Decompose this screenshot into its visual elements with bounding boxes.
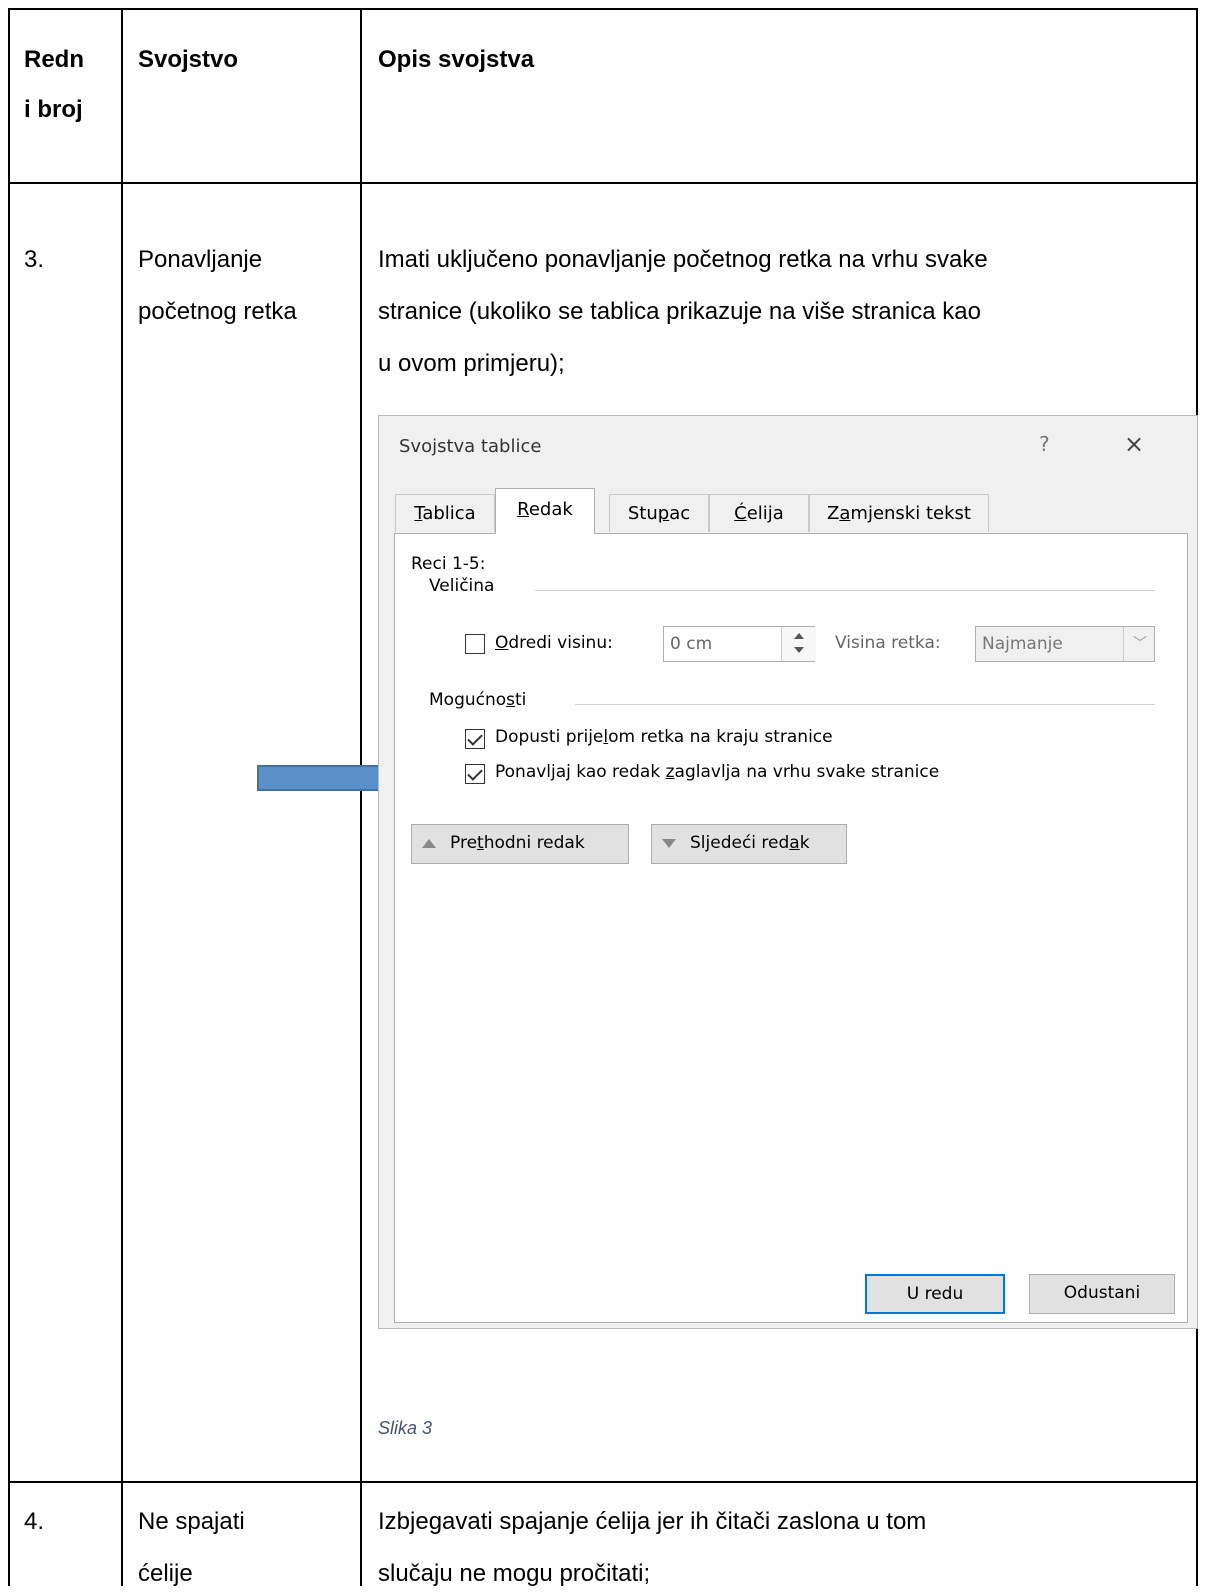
options-group-label: Mogućnosti xyxy=(429,690,527,710)
allow-row-break-checkbox[interactable] xyxy=(465,729,485,749)
tab-tablica[interactable]: Tablica xyxy=(395,494,495,532)
header-bottom-border xyxy=(8,182,1198,184)
triangle-up-icon xyxy=(422,838,436,848)
size-group-label: Veličina xyxy=(429,576,495,596)
row4-desc-line2: slučaju ne mogu pročitati; xyxy=(378,1560,651,1587)
tab-panel-redak: Reci 1-5: Veličina Odredi visinu: 0 cm V… xyxy=(394,533,1188,1323)
ok-button[interactable]: U redu xyxy=(865,1274,1005,1314)
help-icon[interactable]: ? xyxy=(1039,432,1050,456)
row3-property-line2: početnog retka xyxy=(138,298,297,325)
tab-stupac[interactable]: Stupac xyxy=(609,494,709,532)
row3-number: 3. xyxy=(24,246,45,273)
specify-height-checkbox[interactable] xyxy=(465,634,485,654)
repeat-header-row-checkbox[interactable] xyxy=(465,764,485,784)
table-left-border xyxy=(8,8,10,1586)
row4-property: Ne spajati ćelije xyxy=(138,1500,360,1596)
options-group-divider xyxy=(575,704,1155,705)
height-spinner[interactable] xyxy=(781,627,816,661)
row-height-label: Visina retka: xyxy=(835,633,941,653)
chevron-down-icon[interactable]: ﹀ xyxy=(1123,627,1156,661)
table-top-border xyxy=(8,8,1198,10)
repeat-header-row-label: Ponavljaj kao redak zaglavlja na vrhu sv… xyxy=(495,762,940,782)
row4-property-line1: Ne spajati xyxy=(138,1508,245,1535)
tab-celija[interactable]: Ćelija xyxy=(709,494,809,532)
specify-height-label: Odredi visinu: xyxy=(495,633,613,653)
tab-zamjenski-tekst[interactable]: Zamjenski tekst xyxy=(809,494,989,532)
header-number-line1: Redn xyxy=(24,46,84,73)
row4-property-line2: ćelije xyxy=(138,1560,193,1587)
figure-caption: Slika 3 xyxy=(378,1418,433,1438)
previous-row-button[interactable]: Prethodni redak xyxy=(411,824,629,864)
header-property: Svojstvo xyxy=(138,46,239,73)
header-description: Opis svojstva xyxy=(378,46,535,73)
row4-desc-line1: Izbjegavati spajanje ćelija jer ih čitač… xyxy=(378,1508,927,1535)
allow-row-break-label: Dopusti prijelom retka na kraju stranice xyxy=(495,727,833,747)
row4-description: Izbjegavati spajanje ćelija jer ih čitač… xyxy=(378,1500,1193,1596)
table-properties-dialog-body: Svojstva tablice ? × Tablica Redak Stupa… xyxy=(378,415,1198,1329)
row3-desc-line2: stranice (ukoliko se tablica prikazuje n… xyxy=(378,298,981,325)
column-divider-1 xyxy=(121,8,123,1586)
row3-bottom-border xyxy=(8,1481,1198,1483)
row3-property-line1: Ponavljanje xyxy=(138,246,263,273)
cancel-button[interactable]: Odustani xyxy=(1029,1274,1175,1314)
row3-desc-line3: u ovom primjeru); xyxy=(378,350,565,377)
size-group-divider xyxy=(535,590,1155,591)
rows-label: Reci 1-5: xyxy=(411,554,486,574)
close-icon[interactable]: × xyxy=(1124,430,1144,458)
next-row-button[interactable]: Sljedeći redak xyxy=(651,824,847,864)
row3-property: Ponavljanje početnog retka xyxy=(138,238,360,334)
row4-number: 4. xyxy=(24,1508,45,1535)
row3-description: Imati uključeno ponavljanje početnog ret… xyxy=(378,238,1193,386)
row3-desc-line1: Imati uključeno ponavljanje početnog ret… xyxy=(378,246,988,273)
dialog-title: Svojstva tablice xyxy=(399,436,542,457)
header-number: Redn i broj xyxy=(24,40,116,130)
header-number-line2: i broj xyxy=(24,96,83,123)
tab-redak[interactable]: Redak xyxy=(495,488,595,534)
triangle-down-icon xyxy=(662,838,676,848)
